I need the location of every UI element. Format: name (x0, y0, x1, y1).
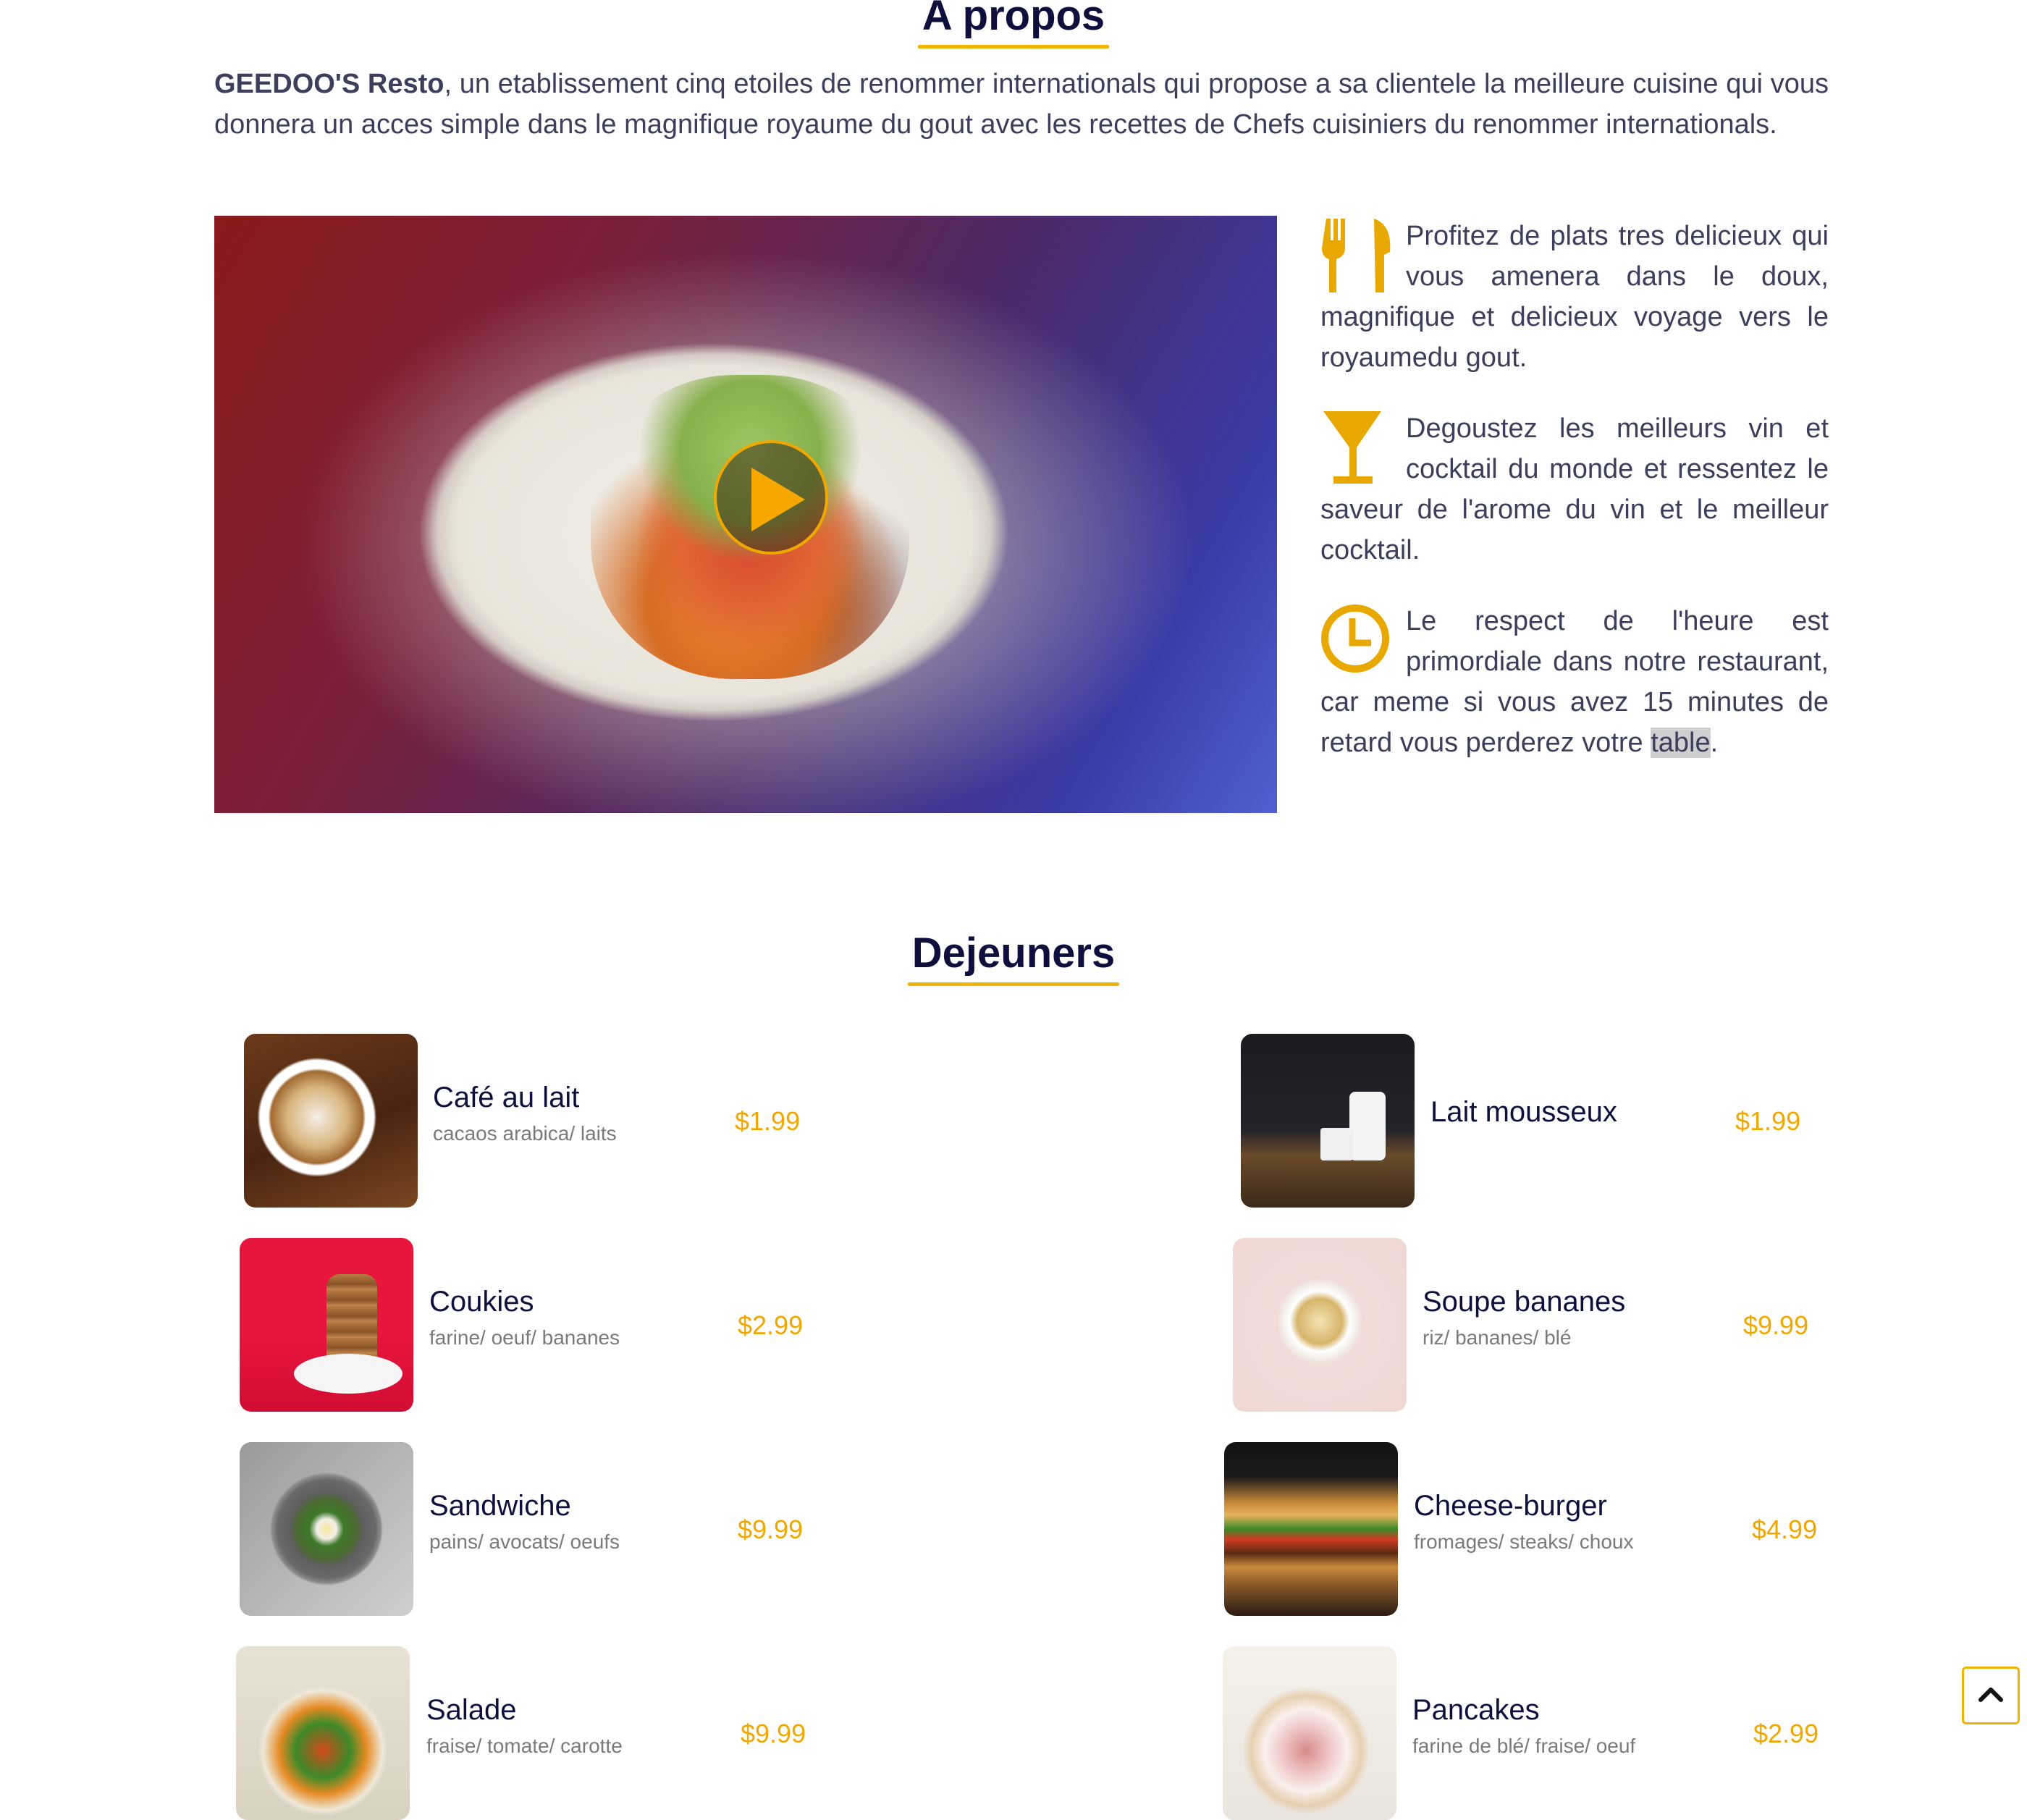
item-price: $9.99 (738, 1514, 804, 1544)
play-button[interactable] (714, 440, 828, 555)
about-title-text: A propos (917, 0, 1110, 49)
feature-food-text: Profitez de plats tres delicieux qui vou… (1320, 221, 1829, 373)
item-price: $4.99 (1752, 1514, 1818, 1544)
item-desc: cacaos arabica/ laits (433, 1122, 617, 1145)
about-intro: GEEDOO'S Resto, un etablissement cinq et… (214, 64, 1829, 145)
feature-punctuality: Le respect de l'heure est primordiale da… (1320, 601, 1829, 763)
feature-food: Profitez de plats tres delicieux qui vou… (1320, 216, 1829, 378)
item-name: Café au lait (433, 1082, 580, 1113)
lunch-section-title: Dejeuners (0, 929, 2027, 986)
brand-name: GEEDOO'S Resto (214, 69, 444, 99)
pancakes-photo (1223, 1646, 1396, 1820)
item-price: $1.99 (735, 1106, 801, 1136)
item-desc: farine de blé/ fraise/ oeuf (1412, 1735, 1636, 1757)
cafe-au-lait-photo (244, 1034, 418, 1208)
item-name: Soupe bananes (1423, 1286, 1626, 1318)
feature-drinks-text: Degoustez les meilleurs vin et cocktail … (1320, 413, 1829, 565)
feature-punctuality-text: Le respect de l'heure est primordiale da… (1320, 606, 1829, 758)
item-desc: fraise/ tomate/ carotte (426, 1735, 623, 1757)
item-price: $9.99 (741, 1719, 806, 1748)
item-name: Cheese-burger (1414, 1490, 1607, 1522)
soupe-bananes-photo (1233, 1238, 1407, 1412)
item-desc: fromages/ steaks/ choux (1414, 1530, 1634, 1553)
intro-text: , un etablissement cinq etoiles de renom… (214, 69, 1829, 140)
highlighted-word: table (1651, 728, 1711, 758)
item-price: $1.99 (1735, 1106, 1801, 1136)
item-desc: pains/ avocats/ oeufs (429, 1530, 620, 1553)
back-to-top-button[interactable] (1962, 1667, 2020, 1724)
chevron-up-icon (1978, 1681, 2004, 1711)
lait-mousseux-photo (1241, 1034, 1415, 1208)
item-desc: riz/ bananes/ blé (1423, 1326, 1572, 1349)
salade-photo (236, 1646, 410, 1820)
item-price: $9.99 (1743, 1310, 1809, 1340)
cheese-burger-photo (1224, 1442, 1398, 1616)
lunch-title-text: Dejeuners (907, 929, 1120, 986)
item-price: $2.99 (738, 1310, 804, 1340)
sandwiche-photo (240, 1442, 413, 1616)
video-player[interactable] (214, 216, 1277, 813)
item-price: $2.99 (1753, 1719, 1819, 1748)
clock-icon (1320, 601, 1396, 681)
feature-drinks: Degoustez les meilleurs vin et cocktail … (1320, 408, 1829, 570)
page: A propos GEEDOO'S Resto, un etablissemen… (0, 0, 2027, 1820)
item-name: Pancakes (1412, 1694, 1540, 1726)
feature-punctuality-end: . (1710, 728, 1719, 758)
item-desc: farine/ oeuf/ bananes (429, 1326, 620, 1349)
coukies-photo (240, 1238, 413, 1412)
item-name: Coukies (429, 1286, 534, 1318)
about-section-title: A propos (0, 0, 2027, 49)
item-name: Sandwiche (429, 1490, 571, 1522)
item-name: Lait mousseux (1430, 1096, 1617, 1128)
item-name: Salade (426, 1694, 517, 1726)
utensils-icon (1320, 216, 1396, 295)
cocktail-glass-icon (1320, 408, 1396, 488)
